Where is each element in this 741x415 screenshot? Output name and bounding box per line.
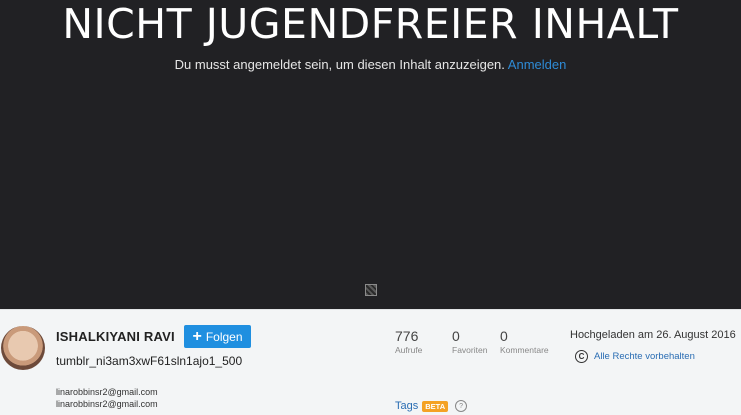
comments-label: Kommentare — [500, 345, 549, 355]
beta-badge: BETA — [422, 400, 449, 412]
upload-date: Hochgeladen am 26. August 2016 — [570, 329, 736, 341]
follow-button[interactable]: + Folgen — [184, 325, 251, 348]
faves-stat: 0 Favoriten — [452, 328, 487, 355]
owner-email: linarobbinsr2@gmail.com — [56, 387, 158, 397]
photo-stage: NICHT JUGENDFREIER INHALT Du musst angem… — [0, 0, 741, 309]
photo-title: tumblr_ni3am3xwF61sln1ajo1_500 — [56, 354, 243, 368]
faves-count: 0 — [452, 328, 460, 344]
views-label: Aufrufe — [395, 345, 423, 355]
plus-icon: + — [192, 327, 202, 345]
login-message: Du musst angemeldet sein, um diesen Inha… — [0, 57, 741, 72]
license-info[interactable]: C Alle Rechte vorbehalten — [575, 350, 695, 363]
license-link[interactable]: Alle Rechte vorbehalten — [594, 351, 695, 362]
restricted-headline: NICHT JUGENDFREIER INHALT — [62, 0, 679, 48]
comments-stat: 0 Kommentare — [500, 328, 549, 355]
comments-count: 0 — [500, 328, 508, 344]
tags-label[interactable]: Tags — [395, 400, 418, 412]
copyright-icon: C — [575, 350, 588, 363]
views-count: 776 — [395, 328, 419, 344]
help-icon[interactable]: ? — [455, 400, 468, 412]
owner-email: linarobbinsr2@gmail.com — [56, 399, 158, 409]
broken-image-icon — [365, 284, 377, 296]
login-link[interactable]: Anmelden — [508, 57, 567, 72]
follow-label: Folgen — [205, 329, 243, 344]
login-message-text: Du musst angemeldet sein, um diesen Inha… — [174, 57, 505, 72]
faves-label: Favoriten — [452, 345, 488, 355]
photo-info-panel: ISHALKIYANI RAVI + Folgen tumblr_ni3am3x… — [0, 309, 741, 415]
views-stat: 776 Aufrufe — [395, 328, 422, 355]
avatar[interactable] — [1, 326, 45, 370]
tags-section: Tags BETA ? — [395, 400, 468, 412]
owner-name[interactable]: ISHALKIYANI RAVI — [56, 329, 175, 344]
